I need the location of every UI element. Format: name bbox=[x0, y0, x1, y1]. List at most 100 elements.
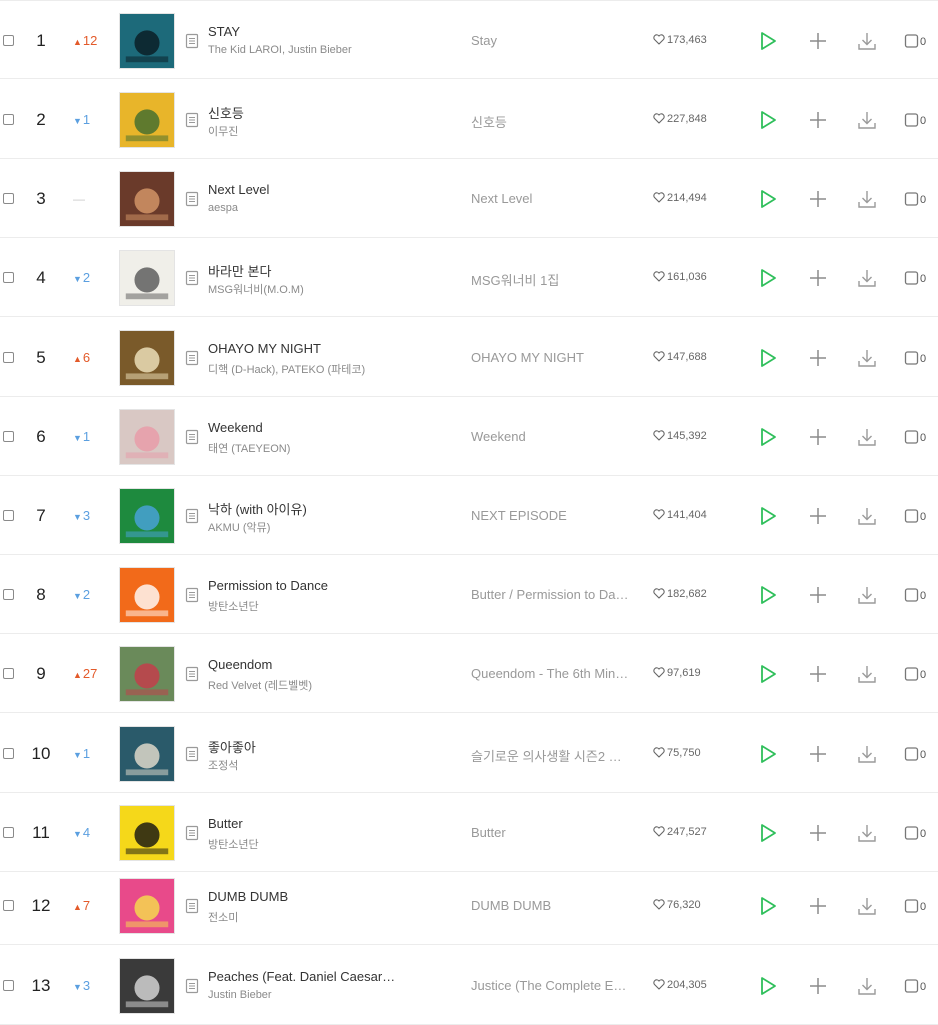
row-checkbox[interactable] bbox=[3, 352, 14, 363]
row-checkbox[interactable] bbox=[3, 431, 14, 442]
album-art[interactable] bbox=[119, 13, 175, 69]
music-video-button[interactable]: 0 bbox=[904, 978, 930, 1000]
album-name[interactable]: OHAYO MY NIGHT bbox=[471, 350, 629, 365]
music-video-button[interactable]: 0 bbox=[904, 429, 930, 451]
add-to-playlist-button[interactable] bbox=[807, 109, 829, 131]
song-artist[interactable]: MSG워너비(M.O.M) bbox=[208, 281, 398, 297]
row-checkbox[interactable] bbox=[3, 827, 14, 838]
download-button[interactable] bbox=[856, 663, 878, 685]
add-to-playlist-button[interactable] bbox=[807, 822, 829, 844]
song-info-icon[interactable] bbox=[185, 112, 199, 128]
music-video-button[interactable]: 0 bbox=[904, 350, 930, 372]
row-checkbox[interactable] bbox=[3, 35, 14, 46]
music-video-button[interactable]: 0 bbox=[904, 270, 930, 292]
song-artist[interactable]: The Kid LAROI, Justin Bieber bbox=[208, 44, 398, 56]
play-button[interactable] bbox=[757, 30, 779, 52]
song-title[interactable]: STAY bbox=[208, 24, 398, 39]
song-artist[interactable]: 디핵 (D-Hack), PATEKO (파테코) bbox=[208, 361, 398, 377]
music-video-button[interactable]: 0 bbox=[904, 112, 930, 134]
song-artist[interactable]: 조정석 bbox=[208, 757, 398, 773]
song-title[interactable]: Next Level bbox=[208, 182, 398, 197]
album-name[interactable]: 신호등 bbox=[471, 112, 629, 131]
music-video-button[interactable]: 0 bbox=[904, 898, 930, 920]
album-name[interactable]: 슬기로운 의사생활 시즌2 OST bbox=[471, 746, 629, 765]
row-checkbox[interactable] bbox=[3, 510, 14, 521]
album-art[interactable] bbox=[119, 330, 175, 386]
download-button[interactable] bbox=[856, 426, 878, 448]
song-artist[interactable]: 이무진 bbox=[208, 123, 398, 139]
album-art[interactable] bbox=[119, 646, 175, 702]
song-info-icon[interactable] bbox=[185, 587, 199, 603]
add-to-playlist-button[interactable] bbox=[807, 584, 829, 606]
album-name[interactable]: Next Level bbox=[471, 191, 629, 206]
download-button[interactable] bbox=[856, 895, 878, 917]
music-video-button[interactable]: 0 bbox=[904, 666, 930, 688]
add-to-playlist-button[interactable] bbox=[807, 267, 829, 289]
like-button[interactable]: 145,392 bbox=[653, 430, 707, 442]
song-info-icon[interactable] bbox=[185, 898, 199, 914]
song-info-icon[interactable] bbox=[185, 746, 199, 762]
song-artist[interactable]: Justin Bieber bbox=[208, 989, 398, 1001]
like-button[interactable]: 75,750 bbox=[653, 747, 701, 759]
album-art[interactable] bbox=[119, 878, 175, 934]
song-artist[interactable]: Red Velvet (레드벨벳) bbox=[208, 677, 398, 693]
download-button[interactable] bbox=[856, 267, 878, 289]
album-art[interactable] bbox=[119, 488, 175, 544]
download-button[interactable] bbox=[856, 505, 878, 527]
song-artist[interactable]: 방탄소년단 bbox=[208, 836, 398, 852]
download-button[interactable] bbox=[856, 584, 878, 606]
song-artist[interactable]: AKMU (악뮤) bbox=[208, 519, 398, 535]
play-button[interactable] bbox=[757, 347, 779, 369]
download-button[interactable] bbox=[856, 975, 878, 997]
song-info-icon[interactable] bbox=[185, 508, 199, 524]
song-title[interactable]: DUMB DUMB bbox=[208, 889, 398, 904]
music-video-button[interactable]: 0 bbox=[904, 508, 930, 530]
row-checkbox[interactable] bbox=[3, 589, 14, 600]
music-video-button[interactable]: 0 bbox=[904, 746, 930, 768]
play-button[interactable] bbox=[757, 895, 779, 917]
song-title[interactable]: Butter bbox=[208, 816, 398, 831]
row-checkbox[interactable] bbox=[3, 900, 14, 911]
like-button[interactable]: 204,305 bbox=[653, 979, 707, 991]
add-to-playlist-button[interactable] bbox=[807, 426, 829, 448]
add-to-playlist-button[interactable] bbox=[807, 663, 829, 685]
download-button[interactable] bbox=[856, 188, 878, 210]
song-info-icon[interactable] bbox=[185, 978, 199, 994]
like-button[interactable]: 227,848 bbox=[653, 113, 707, 125]
song-info-icon[interactable] bbox=[185, 350, 199, 366]
play-button[interactable] bbox=[757, 743, 779, 765]
song-info-icon[interactable] bbox=[185, 825, 199, 841]
like-button[interactable]: 161,036 bbox=[653, 271, 707, 283]
row-checkbox[interactable] bbox=[3, 980, 14, 991]
album-name[interactable]: MSG워너비 1집 bbox=[471, 270, 629, 289]
add-to-playlist-button[interactable] bbox=[807, 975, 829, 997]
album-name[interactable]: Justice (The Complete Edition) bbox=[471, 978, 629, 993]
play-button[interactable] bbox=[757, 663, 779, 685]
play-button[interactable] bbox=[757, 109, 779, 131]
album-name[interactable]: Stay bbox=[471, 33, 629, 48]
like-button[interactable]: 182,682 bbox=[653, 588, 707, 600]
album-name[interactable]: NEXT EPISODE bbox=[471, 508, 629, 523]
music-video-button[interactable]: 0 bbox=[904, 191, 930, 213]
music-video-button[interactable]: 0 bbox=[904, 33, 930, 55]
album-art[interactable] bbox=[119, 409, 175, 465]
song-artist[interactable]: 전소미 bbox=[208, 909, 398, 925]
song-artist[interactable]: 방탄소년단 bbox=[208, 598, 398, 614]
play-button[interactable] bbox=[757, 505, 779, 527]
song-info-icon[interactable] bbox=[185, 270, 199, 286]
add-to-playlist-button[interactable] bbox=[807, 188, 829, 210]
download-button[interactable] bbox=[856, 822, 878, 844]
add-to-playlist-button[interactable] bbox=[807, 505, 829, 527]
music-video-button[interactable]: 0 bbox=[904, 587, 930, 609]
row-checkbox[interactable] bbox=[3, 668, 14, 679]
song-info-icon[interactable] bbox=[185, 666, 199, 682]
album-art[interactable] bbox=[119, 958, 175, 1014]
like-button[interactable]: 247,527 bbox=[653, 826, 707, 838]
add-to-playlist-button[interactable] bbox=[807, 30, 829, 52]
play-button[interactable] bbox=[757, 975, 779, 997]
like-button[interactable]: 173,463 bbox=[653, 34, 707, 46]
song-title[interactable]: 좋아좋아 bbox=[208, 737, 398, 756]
like-button[interactable]: 76,320 bbox=[653, 899, 701, 911]
album-name[interactable]: Butter bbox=[471, 825, 629, 840]
song-title[interactable]: Peaches (Feat. Daniel Caesar & Giveon) bbox=[208, 969, 398, 984]
